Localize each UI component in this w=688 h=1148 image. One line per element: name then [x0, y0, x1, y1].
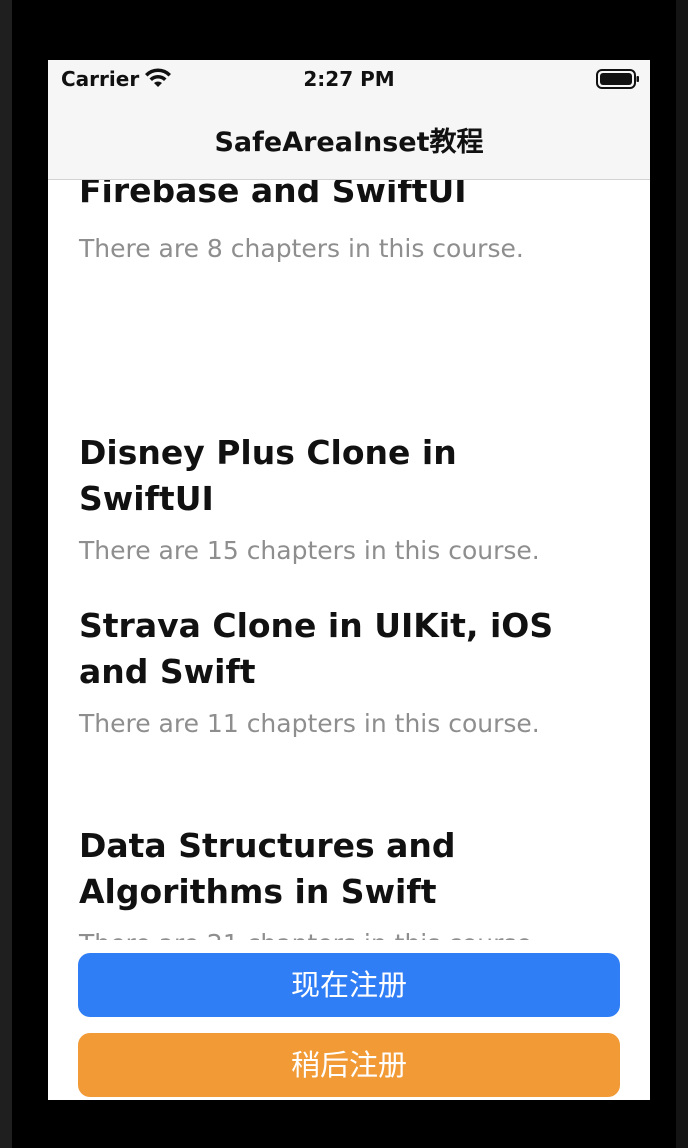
course-title: Data Structures and Algorithms in Swift [79, 826, 456, 911]
register-later-button[interactable]: 稍后注册 [78, 1033, 620, 1097]
frame-edge-left [0, 0, 12, 1148]
list-item[interactable]: Disney Plus Clone in SwiftUI There are 1… [79, 430, 599, 568]
course-subtitle: There are 11 chapters in this course. [79, 709, 540, 738]
status-time: 2:27 PM [303, 67, 395, 91]
device-frame: Carrier 2:27 PM SafeAreaInset教程 Firebase… [0, 0, 688, 1148]
course-title: Disney Plus Clone in SwiftUI [79, 433, 457, 518]
register-now-button[interactable]: 现在注册 [78, 953, 620, 1017]
course-title: Strava Clone in UIKit, iOS and Swift [79, 606, 554, 691]
battery-full-icon [596, 69, 639, 89]
list-item[interactable]: Firebase and SwiftUI There are 8 chapter… [79, 180, 599, 266]
navigation-bar: SafeAreaInset教程 [48, 100, 650, 180]
page-title: SafeAreaInset教程 [214, 127, 484, 158]
phone-screen: Carrier 2:27 PM SafeAreaInset教程 Firebase… [48, 60, 650, 1100]
course-subtitle: There are 21 chapters in this course. [79, 927, 599, 940]
course-title: Firebase and SwiftUI [79, 180, 467, 210]
list-item[interactable]: Data Structures and Algorithms in Swift … [79, 823, 599, 940]
frame-edge-right [676, 0, 688, 1148]
course-subtitle: There are 8 chapters in this course. [79, 234, 524, 263]
course-list[interactable]: Firebase and SwiftUI There are 8 chapter… [48, 180, 650, 940]
list-item[interactable]: Strava Clone in UIKit, iOS and Swift The… [79, 603, 599, 741]
course-subtitle: There are 15 chapters in this course. [79, 536, 540, 565]
status-bar: Carrier 2:27 PM [48, 60, 650, 100]
